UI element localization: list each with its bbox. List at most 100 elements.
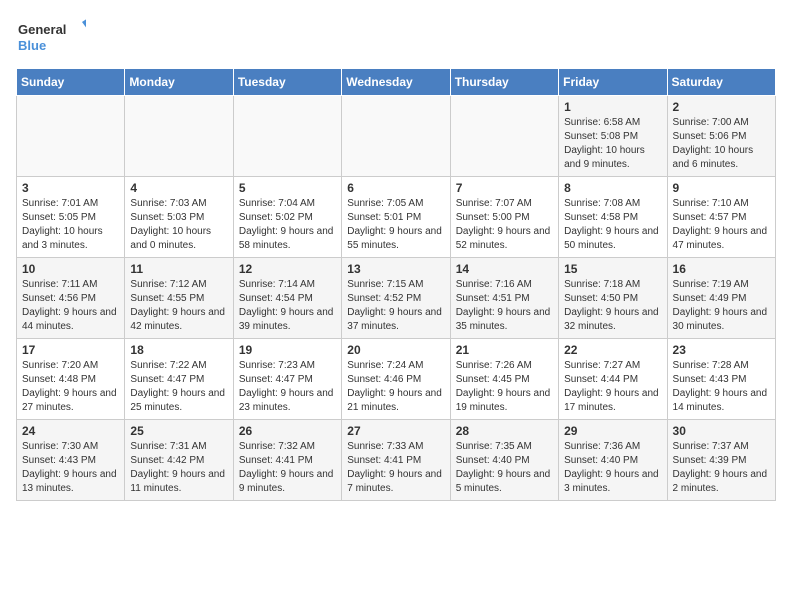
day-detail: Sunrise: 7:31 AM Sunset: 4:42 PM Dayligh… [130,440,227,496]
calendar-table: SundayMondayTuesdayWednesdayThursdayFrid… [16,68,776,501]
day-number: 17 [22,343,119,357]
day-detail: Sunrise: 7:35 AM Sunset: 4:40 PM Dayligh… [456,440,553,496]
calendar-cell: 16 Sunrise: 7:19 AM Sunset: 4:49 PM Dayli… [667,258,775,339]
day-detail: Sunrise: 6:58 AM Sunset: 5:08 PM Dayligh… [564,116,661,172]
day-detail: Sunrise: 7:00 AM Sunset: 5:06 PM Dayligh… [673,116,770,172]
calendar-week-row: 17 Sunrise: 7:20 AM Sunset: 4:48 PM Dayli… [17,339,776,420]
calendar-cell: 12Sunrise: 7:14 AM Sunset: 4:54 PM Dayli… [233,258,341,339]
calendar-cell: 4 Sunrise: 7:03 AM Sunset: 5:03 PM Daylig… [125,177,233,258]
day-detail: Sunrise: 7:10 AM Sunset: 4:57 PM Dayligh… [673,197,770,253]
day-number: 15 [564,262,661,276]
calendar-cell: 28 Sunrise: 7:35 AM Sunset: 4:40 PM Dayli… [450,420,558,501]
day-detail: Sunrise: 7:16 AM Sunset: 4:51 PM Dayligh… [456,278,553,334]
day-number: 1 [564,100,661,114]
day-number: 22 [564,343,661,357]
day-number: 9 [673,181,770,195]
day-detail: Sunrise: 7:22 AM Sunset: 4:47 PM Dayligh… [130,359,227,415]
day-number: 20 [347,343,444,357]
calendar-week-row: 10 Sunrise: 7:11 AM Sunset: 4:56 PM Dayli… [17,258,776,339]
day-detail: Sunrise: 7:07 AM Sunset: 5:00 PM Dayligh… [456,197,553,253]
calendar-cell: 18 Sunrise: 7:22 AM Sunset: 4:47 PM Dayli… [125,339,233,420]
day-detail: Sunrise: 7:36 AM Sunset: 4:40 PM Dayligh… [564,440,661,496]
calendar-cell: 11Sunrise: 7:12 AM Sunset: 4:55 PM Dayli… [125,258,233,339]
calendar-cell: 3Sunrise: 7:01 AM Sunset: 5:05 PM Daylig… [17,177,125,258]
day-detail: Sunrise: 7:33 AM Sunset: 4:41 PM Dayligh… [347,440,444,496]
calendar-cell: 2 Sunrise: 7:00 AM Sunset: 5:06 PM Daylig… [667,96,775,177]
calendar-cell [450,96,558,177]
day-number: 28 [456,424,553,438]
calendar-cell: 27 Sunrise: 7:33 AM Sunset: 4:41 PM Dayli… [342,420,450,501]
calendar-cell: 6 Sunrise: 7:05 AM Sunset: 5:01 PM Daylig… [342,177,450,258]
page-header: General Blue [16,16,776,56]
svg-text:Blue: Blue [18,38,46,53]
day-number: 2 [673,100,770,114]
day-number: 7 [456,181,553,195]
calendar-cell: 24 Sunrise: 7:30 AM Sunset: 4:43 PM Dayli… [17,420,125,501]
calendar-cell: 29 Sunrise: 7:36 AM Sunset: 4:40 PM Dayli… [559,420,667,501]
calendar-cell: 7 Sunrise: 7:07 AM Sunset: 5:00 PM Daylig… [450,177,558,258]
logo: General Blue [16,16,86,56]
calendar-cell: 26 Sunrise: 7:32 AM Sunset: 4:41 PM Dayli… [233,420,341,501]
day-number: 25 [130,424,227,438]
svg-text:General: General [18,22,66,37]
day-detail: Sunrise: 7:18 AM Sunset: 4:50 PM Dayligh… [564,278,661,334]
calendar-cell: 8 Sunrise: 7:08 AM Sunset: 4:58 PM Daylig… [559,177,667,258]
day-detail: Sunrise: 7:32 AM Sunset: 4:41 PM Dayligh… [239,440,336,496]
day-number: 13 [347,262,444,276]
calendar-cell: 9 Sunrise: 7:10 AM Sunset: 4:57 PM Daylig… [667,177,775,258]
day-number: 16 [673,262,770,276]
calendar-cell: 10 Sunrise: 7:11 AM Sunset: 4:56 PM Dayli… [17,258,125,339]
calendar-cell [342,96,450,177]
day-detail: Sunrise: 7:08 AM Sunset: 4:58 PM Dayligh… [564,197,661,253]
weekday-header-row: SundayMondayTuesdayWednesdayThursdayFrid… [17,69,776,96]
day-detail: Sunrise: 7:24 AM Sunset: 4:46 PM Dayligh… [347,359,444,415]
day-number: 18 [130,343,227,357]
day-number: 26 [239,424,336,438]
calendar-cell: 25 Sunrise: 7:31 AM Sunset: 4:42 PM Dayli… [125,420,233,501]
day-number: 5 [239,181,336,195]
day-detail: Sunrise: 7:28 AM Sunset: 4:43 PM Dayligh… [673,359,770,415]
day-detail: Sunrise: 7:03 AM Sunset: 5:03 PM Dayligh… [130,197,227,253]
weekday-header-cell: Saturday [667,69,775,96]
day-number: 10 [22,262,119,276]
weekday-header-cell: Thursday [450,69,558,96]
day-number: 29 [564,424,661,438]
weekday-header-cell: Friday [559,69,667,96]
day-number: 21 [456,343,553,357]
day-number: 6 [347,181,444,195]
day-detail: Sunrise: 7:15 AM Sunset: 4:52 PM Dayligh… [347,278,444,334]
day-detail: Sunrise: 7:05 AM Sunset: 5:01 PM Dayligh… [347,197,444,253]
day-detail: Sunrise: 7:26 AM Sunset: 4:45 PM Dayligh… [456,359,553,415]
day-detail: Sunrise: 7:14 AM Sunset: 4:54 PM Dayligh… [239,278,336,334]
calendar-cell: 20 Sunrise: 7:24 AM Sunset: 4:46 PM Dayli… [342,339,450,420]
day-number: 24 [22,424,119,438]
calendar-week-row: 1 Sunrise: 6:58 AM Sunset: 5:08 PM Daylig… [17,96,776,177]
day-detail: Sunrise: 7:20 AM Sunset: 4:48 PM Dayligh… [22,359,119,415]
day-detail: Sunrise: 7:19 AM Sunset: 4:49 PM Dayligh… [673,278,770,334]
day-detail: Sunrise: 7:30 AM Sunset: 4:43 PM Dayligh… [22,440,119,496]
weekday-header-cell: Monday [125,69,233,96]
calendar-cell: 1 Sunrise: 6:58 AM Sunset: 5:08 PM Daylig… [559,96,667,177]
day-number: 4 [130,181,227,195]
calendar-cell: 14 Sunrise: 7:16 AM Sunset: 4:51 PM Dayli… [450,258,558,339]
day-number: 14 [456,262,553,276]
calendar-week-row: 24 Sunrise: 7:30 AM Sunset: 4:43 PM Dayli… [17,420,776,501]
calendar-cell: 19Sunrise: 7:23 AM Sunset: 4:47 PM Dayli… [233,339,341,420]
calendar-cell: 23 Sunrise: 7:28 AM Sunset: 4:43 PM Dayli… [667,339,775,420]
day-detail: Sunrise: 7:01 AM Sunset: 5:05 PM Dayligh… [22,197,119,253]
calendar-cell: 13 Sunrise: 7:15 AM Sunset: 4:52 PM Dayli… [342,258,450,339]
day-number: 30 [673,424,770,438]
day-detail: Sunrise: 7:04 AM Sunset: 5:02 PM Dayligh… [239,197,336,253]
day-number: 27 [347,424,444,438]
day-detail: Sunrise: 7:37 AM Sunset: 4:39 PM Dayligh… [673,440,770,496]
logo-svg: General Blue [16,16,86,56]
weekday-header-cell: Tuesday [233,69,341,96]
calendar-cell: 15 Sunrise: 7:18 AM Sunset: 4:50 PM Dayli… [559,258,667,339]
calendar-cell [17,96,125,177]
day-detail: Sunrise: 7:23 AM Sunset: 4:47 PM Dayligh… [239,359,336,415]
calendar-cell [125,96,233,177]
weekday-header-cell: Sunday [17,69,125,96]
day-detail: Sunrise: 7:11 AM Sunset: 4:56 PM Dayligh… [22,278,119,334]
day-number: 8 [564,181,661,195]
day-number: 23 [673,343,770,357]
